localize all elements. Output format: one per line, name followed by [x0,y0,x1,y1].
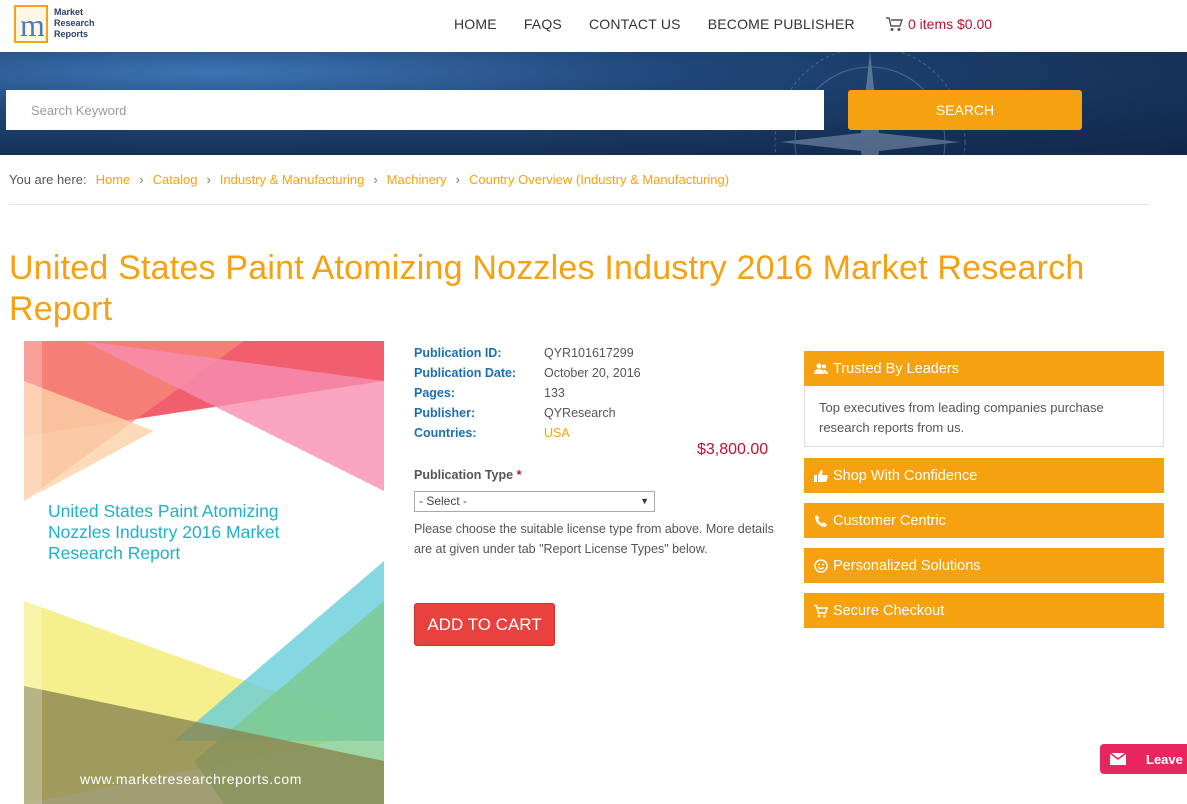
nav-contact-us[interactable]: CONTACT US [589,16,681,32]
meta-row-id: Publication ID: QYR101617299 [414,346,634,360]
leave-message-label: Leave [1146,751,1183,767]
publication-details: Publication ID: QYR101617299 Publication… [414,343,641,443]
cart-icon [814,604,828,617]
phone-icon [815,514,827,527]
panel-trusted-by-leaders[interactable]: Trusted By Leaders [804,351,1164,386]
trusted-by-leaders-content: Top executives from leading companies pu… [804,386,1164,447]
main-nav: HOME FAQS CONTACT US BECOME PUBLISHER [454,16,882,32]
search-button[interactable]: SEARCH [848,90,1082,130]
panel-personalized-solutions[interactable]: Personalized Solutions [804,548,1164,583]
breadcrumb-industry[interactable]: Industry & Manufacturing [220,172,365,187]
report-cover-image: United States Paint Atomizing Nozzles In… [24,341,384,804]
search-input[interactable] [6,90,824,130]
dropdown-arrow-icon: ▼ [640,496,649,506]
nav-become-publisher[interactable]: BECOME PUBLISHER [708,16,855,32]
meta-row-publisher: Publisher: QYResearch [414,406,616,420]
leave-message-tab[interactable]: Leave [1100,744,1187,774]
chevron-right-icon: › [455,172,460,187]
nav-home[interactable]: HOME [454,16,497,32]
cover-artwork [24,341,384,804]
smile-icon [814,558,828,573]
breadcrumb-home[interactable]: Home [96,172,131,187]
users-icon [814,363,828,374]
meta-row-countries: Countries: USA [414,423,641,443]
price: $3,800.00 [697,441,769,458]
breadcrumb-country-overview[interactable]: Country Overview (Industry & Manufacturi… [469,172,729,187]
cart-icon [886,16,903,31]
breadcrumb-label: You are here: [9,172,87,187]
thumbs-up-icon [814,469,828,482]
logo-mark: m [14,5,48,43]
chevron-right-icon: › [139,172,144,187]
header-cart[interactable]: 0 items $0.00 [886,16,992,32]
cart-summary: 0 items $0.00 [908,16,993,32]
breadcrumb: You are here: Home › Catalog › Industry … [9,172,729,187]
logo-text: Market Research Reports [54,7,95,39]
breadcrumb-machinery[interactable]: Machinery [387,172,447,187]
envelope-icon [1110,752,1126,765]
cover-title: United States Paint Atomizing Nozzles In… [48,501,280,563]
page-title: United States Paint Atomizing Nozzles In… [9,249,1085,328]
meta-row-date: Publication Date: October 20, 2016 [414,366,641,380]
site-logo[interactable]: m Market Research Reports [14,5,104,45]
required-marker: * [516,468,522,482]
panel-shop-with-confidence[interactable]: Shop With Confidence [804,458,1164,493]
chevron-right-icon: › [373,172,378,187]
cover-url: www.marketresearchreports.com [80,771,303,787]
license-note: Please choose the suitable license type … [414,522,774,556]
panel-customer-centric[interactable]: Customer Centric [804,503,1164,538]
panel-secure-checkout[interactable]: Secure Checkout [804,593,1164,628]
nav-faqs[interactable]: FAQS [524,16,562,32]
add-to-cart-button[interactable]: ADD TO CART [414,603,555,646]
country-link[interactable]: USA [544,423,570,443]
breadcrumb-catalog[interactable]: Catalog [153,172,198,187]
publication-type-select[interactable]: - Select - ▼ [414,491,655,512]
chevron-right-icon: › [206,172,211,187]
meta-row-pages: Pages: 133 [414,386,565,400]
divider [9,204,1149,205]
search-banner: SEARCH [0,52,1187,155]
publication-type-label: Publication Type * [414,468,522,482]
top-bar: m Market Research Reports HOME FAQS CONT… [0,0,1187,52]
